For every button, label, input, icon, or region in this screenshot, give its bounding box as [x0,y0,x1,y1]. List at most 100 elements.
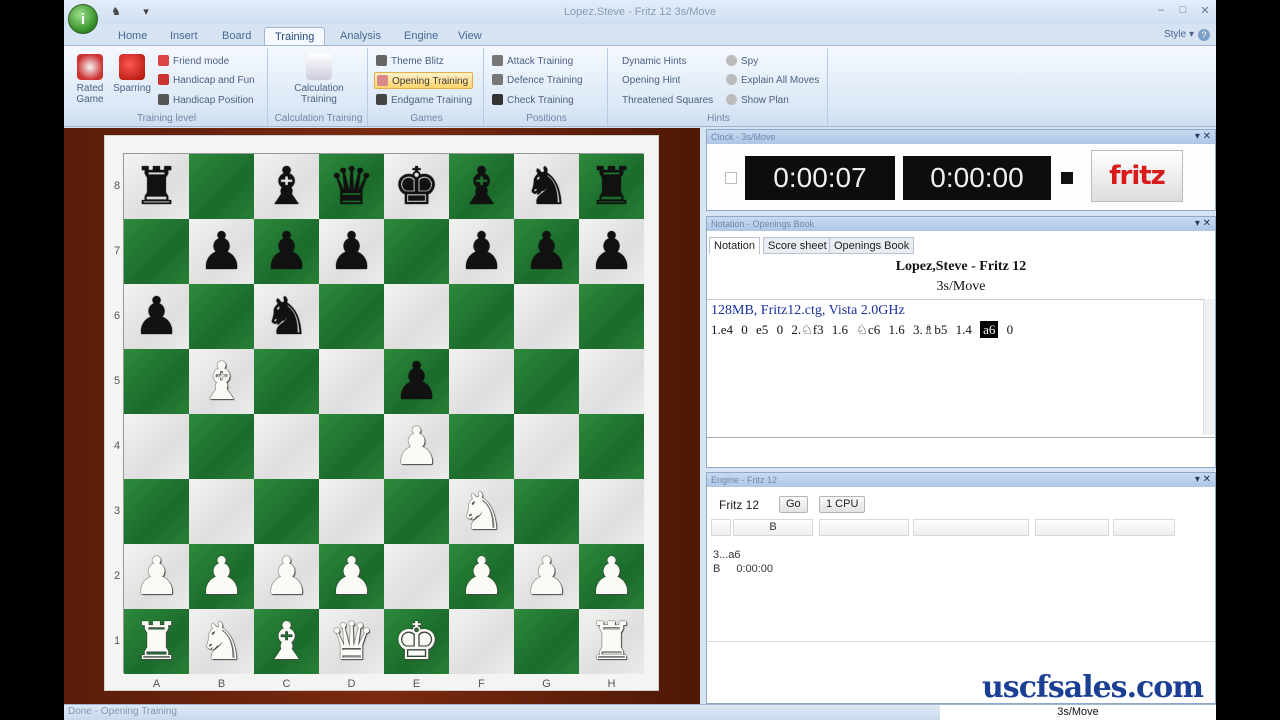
style-menu[interactable]: Style ▾ [1164,29,1194,40]
white-queen-icon[interactable]: ♛ [328,616,375,668]
tab-insert[interactable]: Insert [160,27,208,46]
square-h6[interactable] [579,284,644,349]
handicap-position-button[interactable]: Handicap Position [156,92,258,109]
move[interactable]: ♘c6 [856,322,880,337]
square-d5[interactable] [319,349,384,414]
tab-training[interactable]: Training [264,27,326,46]
square-h8[interactable]: ♜ [579,154,644,219]
black-pawn-icon[interactable]: ♟ [133,291,180,343]
panel-controls-icon[interactable]: ▾ ✕ [1195,217,1211,231]
white-knight-icon[interactable]: ♞ [458,486,505,538]
square-a3[interactable] [124,479,189,544]
white-pawn-icon[interactable]: ♟ [588,551,635,603]
square-g1[interactable] [514,609,579,674]
show-plan-button[interactable]: Show Plan [724,92,793,109]
rated-game-button[interactable]: Rated Game [72,54,108,105]
endgame-training-button[interactable]: Endgame Training [374,92,476,109]
square-b1[interactable]: ♞ [189,609,254,674]
attack-training-button[interactable]: Attack Training [490,53,577,70]
spy-button[interactable]: Spy [724,53,762,70]
square-g5[interactable] [514,349,579,414]
black-pawn-icon[interactable]: ♟ [393,356,440,408]
engine-name[interactable]: Fritz 12 [719,498,759,512]
tab-engine[interactable]: Engine [394,27,448,46]
help-icon[interactable]: ? [1198,29,1210,41]
chess-board[interactable]: ♜ ♝ ♛ ♚ ♝ ♞ ♜ ♟ ♟ ♟ ♟ ♟ ♟ ♟ ♞ ♝ ♟ ♟ ♞ ♟ ♟ ♟ ♟ ♟ ♟ ♟ ♜ ♞ ♝ ♛ ♚ ♜ 8 7 6 5 4 3 2 1… [114,153,644,690]
square-g2[interactable]: ♟ [514,544,579,609]
square-f7[interactable]: ♟ [449,219,514,284]
tab-home[interactable]: Home [108,27,157,46]
black-bishop-icon[interactable]: ♝ [458,161,505,213]
square-f2[interactable]: ♟ [449,544,514,609]
white-pawn-icon[interactable]: ♟ [133,551,180,603]
square-e8[interactable]: ♚ [384,154,449,219]
square-e6[interactable] [384,284,449,349]
white-pawn-icon[interactable]: ♟ [328,551,375,603]
square-a2[interactable]: ♟ [124,544,189,609]
square-a5[interactable] [124,349,189,414]
square-c7[interactable]: ♟ [254,219,319,284]
tab-board[interactable]: Board [212,27,261,46]
square-e4[interactable]: ♟ [384,414,449,479]
square-d6[interactable] [319,284,384,349]
square-d7[interactable]: ♟ [319,219,384,284]
black-knight-icon[interactable]: ♞ [263,291,310,343]
square-c8[interactable]: ♝ [254,154,319,219]
black-pawn-icon[interactable]: ♟ [198,226,245,278]
dynamic-hints-button[interactable]: Dynamic Hints [620,53,690,70]
square-e5[interactable]: ♟ [384,349,449,414]
square-d2[interactable]: ♟ [319,544,384,609]
square-h5[interactable] [579,349,644,414]
white-pawn-icon[interactable]: ♟ [523,551,570,603]
square-d1[interactable]: ♛ [319,609,384,674]
maximize-button[interactable]: □ [1174,4,1192,18]
check-training-button[interactable]: Check Training [490,92,578,109]
white-knight-icon[interactable]: ♞ [198,616,245,668]
tab-analysis[interactable]: Analysis [330,27,391,46]
minimize-button[interactable]: – [1152,4,1170,18]
black-knight-icon[interactable]: ♞ [523,161,570,213]
square-f8[interactable]: ♝ [449,154,514,219]
square-h2[interactable]: ♟ [579,544,644,609]
square-g4[interactable] [514,414,579,479]
square-g8[interactable]: ♞ [514,154,579,219]
black-bishop-icon[interactable]: ♝ [263,161,310,213]
black-pawn-icon[interactable]: ♟ [588,226,635,278]
move[interactable]: 3.♗b5 [913,322,947,337]
square-a1[interactable]: ♜ [124,609,189,674]
move[interactable]: e5 [756,322,768,337]
square-f5[interactable] [449,349,514,414]
square-c2[interactable]: ♟ [254,544,319,609]
square-a8[interactable]: ♜ [124,154,189,219]
handicap-fun-button[interactable]: Handicap and Fun [156,72,259,89]
square-c6[interactable]: ♞ [254,284,319,349]
square-e1[interactable]: ♚ [384,609,449,674]
square-b2[interactable]: ♟ [189,544,254,609]
square-h7[interactable]: ♟ [579,219,644,284]
notation-scrollbar[interactable] [1203,299,1215,435]
theme-blitz-button[interactable]: Theme Blitz [374,53,448,70]
square-b5[interactable]: ♝ [189,349,254,414]
square-e2[interactable] [384,544,449,609]
square-a4[interactable] [124,414,189,479]
panel-controls-icon[interactable]: ▾ ✕ [1195,130,1211,144]
tab-notation[interactable]: Notation [709,237,760,254]
black-king-icon[interactable]: ♚ [393,161,440,213]
square-c3[interactable] [254,479,319,544]
square-c4[interactable] [254,414,319,479]
black-pawn-icon[interactable]: ♟ [328,226,375,278]
square-h4[interactable] [579,414,644,479]
black-rook-icon[interactable]: ♜ [133,161,180,213]
white-rook-icon[interactable]: ♜ [588,616,635,668]
square-a6[interactable]: ♟ [124,284,189,349]
tab-score-sheet[interactable]: Score sheet [763,237,832,254]
explain-all-moves-button[interactable]: Explain All Moves [724,72,823,89]
square-a7[interactable] [124,219,189,284]
black-pawn-icon[interactable]: ♟ [263,226,310,278]
square-e3[interactable] [384,479,449,544]
white-pawn-icon[interactable]: ♟ [198,551,245,603]
move[interactable]: 1.e4 [711,322,733,337]
square-d8[interactable]: ♛ [319,154,384,219]
square-b4[interactable] [189,414,254,479]
tab-openings-book[interactable]: Openings Book [829,237,915,254]
